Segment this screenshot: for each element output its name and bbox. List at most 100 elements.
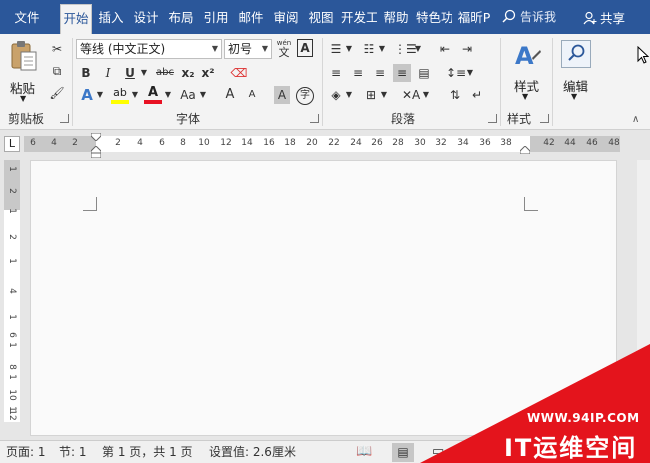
format-painter-icon[interactable]: 🖌 — [48, 84, 66, 102]
justify-icon[interactable]: ≡ — [393, 64, 411, 82]
tab-review[interactable]: 审阅 — [271, 4, 301, 34]
share-button[interactable]: 共享 — [583, 8, 625, 27]
paste-button[interactable]: 粘贴 ▼ — [6, 38, 42, 104]
chevron-down-icon[interactable]: ▼ — [164, 86, 172, 104]
tab-special[interactable]: 特色功 — [416, 4, 452, 34]
ruler-tick: 6 — [159, 138, 165, 148]
chevron-down-icon[interactable]: ▼ — [199, 86, 207, 104]
tab-mailings[interactable]: 邮件 — [236, 4, 266, 34]
chevron-down-icon[interactable]: ▼ — [466, 64, 474, 82]
tab-home[interactable]: 开始 — [60, 4, 92, 34]
status-section[interactable]: 节: 1 — [59, 441, 87, 463]
font-color-button[interactable]: A — [143, 86, 163, 106]
horizontal-ruler[interactable]: L 6 4 2 2 4 6 8 10 12 14 16 18 20 22 24 26 28 30 32 34 36 38 4… — [0, 131, 650, 158]
multilevel-list-icon[interactable]: ⋮☰ — [394, 40, 417, 58]
tab-file[interactable]: 文件 — [6, 4, 48, 34]
text-effects-button[interactable]: A — [78, 86, 96, 104]
bullets-icon[interactable]: ☰ — [327, 40, 345, 58]
status-setting[interactable]: 设置值: 2.6厘米 — [209, 441, 296, 463]
tab-design[interactable]: 设计 — [131, 4, 161, 34]
distributed-icon[interactable]: ▤ — [415, 64, 433, 82]
borders-icon[interactable]: ⊞ — [362, 86, 380, 104]
change-case-button[interactable]: Aa — [177, 86, 199, 104]
numbering-icon[interactable]: ☷ — [360, 40, 378, 58]
divider — [552, 38, 553, 126]
copy-icon[interactable]: ⧉ — [48, 62, 66, 80]
status-pages[interactable]: 第 1 页，共 1 页 — [102, 441, 193, 463]
font-launcher-icon[interactable] — [310, 114, 319, 123]
tab-foxit[interactable]: 福昕P — [456, 4, 492, 34]
ruler-tick: 10 — [198, 138, 210, 148]
ruler-tick: 4 — [137, 138, 143, 148]
chevron-down-icon[interactable]: ▼ — [131, 86, 139, 104]
tab-layout[interactable]: 布局 — [166, 4, 196, 34]
align-center-icon[interactable]: ≡ — [349, 64, 367, 82]
tab-insert[interactable]: 插入 — [96, 4, 126, 34]
vertical-ruler-tick: 1 — [7, 258, 17, 264]
ruler-tick: 8 — [180, 138, 186, 148]
chevron-down-icon[interactable]: ▼ — [345, 86, 353, 104]
tab-developer[interactable]: 开发工 — [341, 4, 377, 34]
chevron-down-icon: ▼ — [261, 44, 268, 53]
hanging-indent-marker[interactable] — [91, 146, 101, 158]
chevron-down-icon[interactable]: ▼ — [422, 86, 430, 104]
underline-button[interactable]: U — [122, 64, 138, 82]
clipboard-launcher-icon[interactable] — [60, 114, 69, 123]
status-page[interactable]: 页面: 1 — [6, 441, 46, 463]
collapse-ribbon-icon[interactable]: ∧ — [632, 114, 639, 125]
character-shading-button[interactable]: A — [274, 86, 290, 104]
chinese-layout-icon[interactable]: ✕A — [402, 86, 420, 104]
vertical-ruler-tick: 1 — [7, 314, 17, 320]
italic-button[interactable]: I — [100, 64, 116, 82]
subscript-button[interactable]: x₂ — [179, 64, 197, 82]
font-size-select[interactable]: 初号 ▼ — [224, 39, 272, 59]
chevron-down-icon[interactable]: ▼ — [345, 40, 353, 58]
show-marks-icon[interactable]: ↵ — [468, 86, 486, 104]
align-right-icon[interactable]: ≡ — [371, 64, 389, 82]
styles-launcher-icon[interactable] — [540, 114, 549, 123]
print-layout-icon[interactable]: ▤ — [392, 443, 414, 462]
ruler-tick: 44 — [564, 138, 576, 148]
tell-me-search[interactable]: 告诉我 — [502, 8, 556, 25]
ruler-tick: 4 — [51, 138, 57, 148]
ruler-tick: 18 — [284, 138, 296, 148]
read-mode-icon[interactable]: 📖 — [356, 441, 372, 463]
ruler-tick: 48 — [608, 138, 620, 148]
chevron-down-icon[interactable]: ▼ — [140, 64, 148, 82]
shading-icon[interactable]: ◈ — [327, 86, 345, 104]
mouse-pointer-icon — [637, 46, 649, 64]
font-family-select[interactable]: 等线 (中文正文) ▼ — [76, 39, 222, 59]
cut-icon[interactable]: ✂ — [48, 40, 66, 58]
line-spacing-icon[interactable]: ↕≡ — [446, 64, 466, 82]
clear-formatting-icon[interactable]: ⌫ — [230, 64, 248, 82]
styles-button[interactable]: A 样式 ▼ — [506, 38, 546, 104]
styles-group-label: 样式 — [507, 112, 532, 126]
bold-button[interactable]: B — [78, 64, 94, 82]
tab-references[interactable]: 引用 — [201, 4, 231, 34]
first-line-indent-marker[interactable] — [91, 133, 101, 141]
right-indent-marker[interactable] — [520, 146, 530, 154]
tab-selector[interactable]: L — [4, 136, 20, 152]
chevron-down-icon[interactable]: ▼ — [380, 86, 388, 104]
tab-help[interactable]: 帮助 — [381, 4, 411, 34]
phonetic-guide-button[interactable]: wén 文 — [275, 39, 293, 59]
top-right-margin-corner — [524, 197, 538, 211]
highlight-button[interactable]: ab — [110, 86, 130, 106]
shrink-font-button[interactable]: A — [244, 86, 260, 104]
superscript-button[interactable]: x² — [199, 64, 217, 82]
grow-font-button[interactable]: A — [222, 86, 238, 104]
align-left-icon[interactable]: ≡ — [327, 64, 345, 82]
editing-button[interactable]: 编辑 ▼ — [557, 38, 595, 104]
strikethrough-button[interactable]: abc — [153, 64, 177, 82]
paragraph-launcher-icon[interactable] — [488, 114, 497, 123]
top-left-margin-corner — [83, 197, 97, 211]
chevron-down-icon[interactable]: ▼ — [414, 40, 422, 58]
decrease-indent-icon[interactable]: ⇤ — [436, 40, 454, 58]
increase-indent-icon[interactable]: ⇥ — [458, 40, 476, 58]
sort-icon[interactable]: ⇅ — [446, 86, 464, 104]
chevron-down-icon[interactable]: ▼ — [378, 40, 386, 58]
enclose-characters-button[interactable]: 字 — [296, 87, 314, 105]
tab-view[interactable]: 视图 — [306, 4, 336, 34]
chevron-down-icon[interactable]: ▼ — [96, 86, 104, 104]
character-border-button[interactable]: A — [297, 39, 313, 57]
